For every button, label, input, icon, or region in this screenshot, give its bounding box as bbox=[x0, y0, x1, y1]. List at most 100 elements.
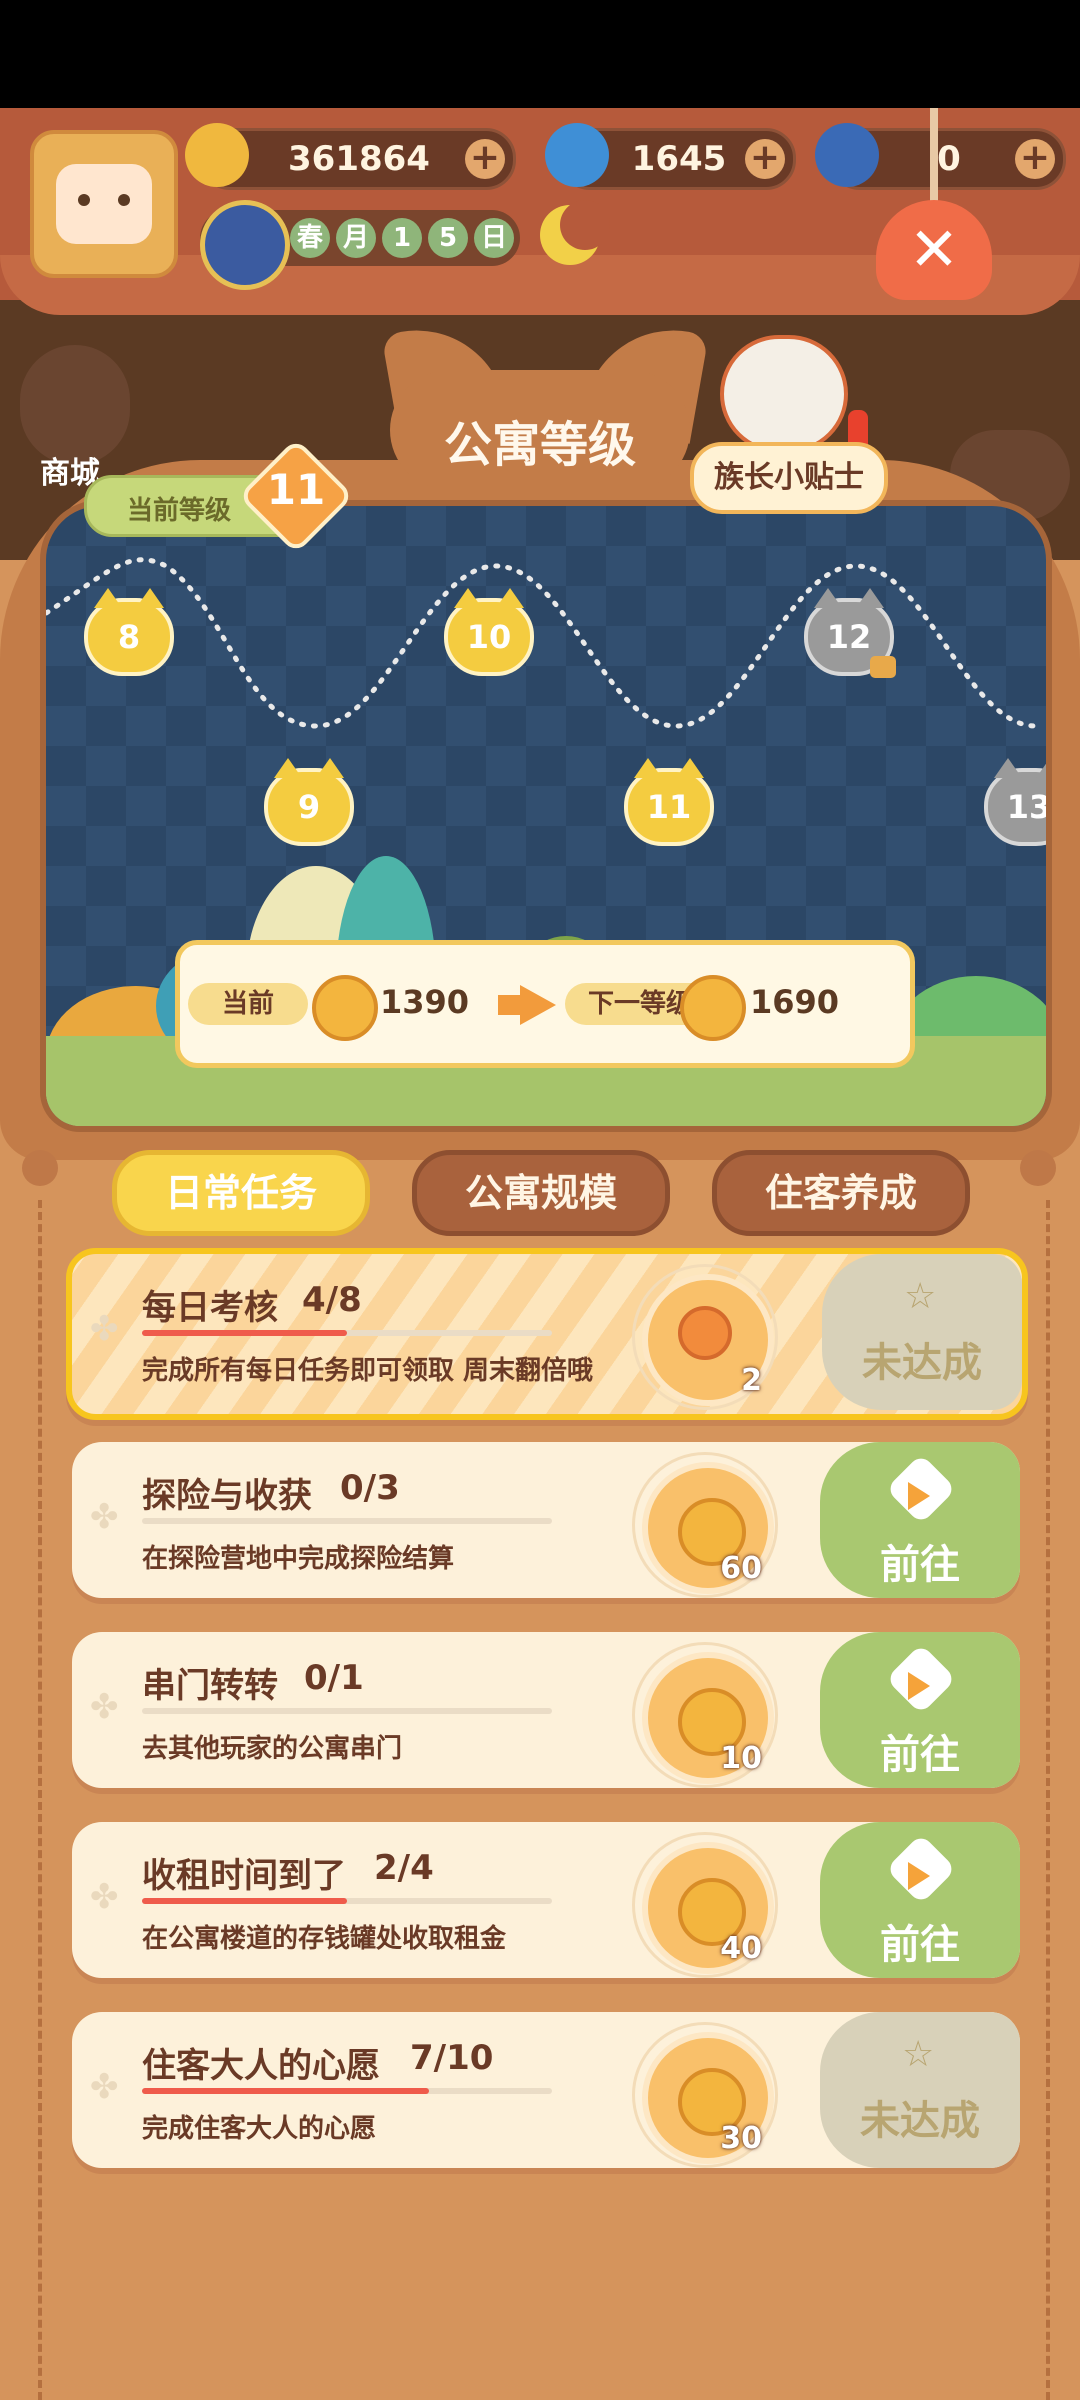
task-progress-bar bbox=[142, 1518, 552, 1524]
level-requirement: 当前 1390 下一等级 1690 bbox=[175, 940, 915, 1068]
next-level-value: 1690 bbox=[750, 983, 840, 1021]
blue-flame-icon bbox=[545, 123, 609, 187]
task-progress: 4/8 bbox=[302, 1280, 362, 1320]
task-card: ✤ 每日考核 4/8 完成所有每日任务即可领取 周末翻倍哦 2 ☆ 未达成 bbox=[66, 1248, 1028, 1420]
shop-icon[interactable] bbox=[20, 345, 130, 465]
go-label: 前往 bbox=[880, 1542, 960, 1588]
task-reward: 10 bbox=[642, 1652, 774, 1784]
add-blue-banana-button[interactable]: + bbox=[1015, 139, 1055, 179]
level-number: 8 bbox=[117, 618, 141, 656]
level-number: 9 bbox=[297, 788, 321, 826]
lock-icon bbox=[1050, 826, 1052, 848]
panel-title: 公寓等级 bbox=[443, 417, 636, 473]
not-achieved-button: ☆ 未达成 bbox=[822, 1254, 1022, 1410]
task-progress: 2/4 bbox=[374, 1848, 434, 1888]
task-progress-fill bbox=[142, 1898, 347, 1904]
tab-apartment-scale[interactable]: 公寓规模 bbox=[412, 1150, 670, 1236]
sun-coin-icon bbox=[312, 975, 378, 1041]
level-node-locked[interactable]: 12 bbox=[804, 588, 896, 678]
reward-amount: 30 bbox=[720, 2121, 762, 2156]
clover-icon: ✤ bbox=[90, 1877, 119, 1917]
task-name: 探险与收获 bbox=[142, 1476, 312, 1516]
task-reward: 2 bbox=[642, 1274, 774, 1406]
go-button[interactable]: 前往 bbox=[820, 1632, 1020, 1788]
level-node[interactable]: 8 bbox=[84, 588, 174, 676]
lock-icon bbox=[870, 656, 896, 678]
task-progress-fill bbox=[142, 1330, 347, 1336]
not-achieved-label: 未达成 bbox=[862, 1340, 982, 1386]
add-flame-button[interactable]: + bbox=[745, 139, 785, 179]
level-node[interactable]: 10 bbox=[444, 588, 534, 676]
moon-icon-shadow bbox=[560, 200, 610, 250]
task-progress-bar bbox=[142, 1330, 552, 1336]
chief-avatar-icon[interactable] bbox=[720, 335, 848, 453]
avatar[interactable] bbox=[30, 130, 178, 278]
paw-icon bbox=[1020, 1150, 1056, 1186]
date-season: 春 bbox=[290, 218, 330, 258]
currency-value: 361864 bbox=[288, 139, 430, 179]
currency-blue-banana: 0 + bbox=[815, 123, 1066, 190]
chief-tips-button[interactable]: 族长小贴士 bbox=[690, 442, 888, 514]
go-arrow-icon bbox=[908, 1482, 930, 1510]
task-description: 在公寓楼道的存钱罐处收取租金 bbox=[142, 1924, 507, 1954]
go-button[interactable]: 前往 bbox=[820, 1442, 1020, 1598]
close-rope bbox=[930, 108, 938, 208]
add-banana-button[interactable]: + bbox=[465, 139, 505, 179]
task-reward: 40 bbox=[642, 1842, 774, 1974]
task-description: 完成所有每日任务即可领取 周末翻倍哦 bbox=[142, 1356, 594, 1386]
task-progress-fill bbox=[142, 2088, 429, 2094]
clock-icon bbox=[200, 200, 290, 290]
go-label: 前往 bbox=[880, 1732, 960, 1778]
arrow-right-icon bbox=[520, 985, 556, 1025]
level-number: 11 bbox=[646, 788, 692, 826]
task-card: ✤ 住客大人的心愿 7/10 完成住客大人的心愿 30 ☆ 未达成 bbox=[72, 2012, 1020, 2168]
star-icon: ☆ bbox=[902, 2034, 935, 2075]
task-progress-bar bbox=[142, 1898, 552, 1904]
currency-value: 1645 bbox=[631, 139, 727, 179]
task-progress-bar bbox=[142, 2088, 552, 2094]
current-value: 1390 bbox=[380, 983, 470, 1021]
tab-daily-tasks[interactable]: 日常任务 bbox=[112, 1150, 370, 1236]
date-month-label: 月 bbox=[336, 218, 376, 258]
task-description: 去其他玩家的公寓串门 bbox=[142, 1734, 403, 1764]
not-achieved-button: ☆ 未达成 bbox=[820, 2012, 1020, 2168]
task-progress-bar bbox=[142, 1708, 552, 1714]
task-name: 住客大人的心愿 bbox=[142, 2046, 380, 2086]
task-card: ✤ 串门转转 0/1 去其他玩家的公寓串门 10 前往 bbox=[72, 1632, 1020, 1788]
date-day-label: 日 bbox=[474, 218, 514, 258]
tab-tenant-growth[interactable]: 住客养成 bbox=[712, 1150, 970, 1236]
status-bar bbox=[0, 0, 1080, 108]
avatar-face bbox=[56, 164, 152, 244]
reward-amount: 2 bbox=[741, 1363, 762, 1398]
task-name: 每日考核 bbox=[142, 1288, 278, 1328]
task-name: 串门转转 bbox=[142, 1666, 278, 1706]
blue-banana-icon bbox=[815, 123, 879, 187]
current-level-value: 11 bbox=[266, 465, 326, 514]
reward-amount: 40 bbox=[720, 1931, 762, 1966]
task-reward: 30 bbox=[642, 2032, 774, 2164]
avatar-eye bbox=[118, 194, 130, 206]
task-description: 完成住客大人的心愿 bbox=[142, 2114, 377, 2144]
task-progress: 7/10 bbox=[410, 2038, 494, 2078]
paw-icon bbox=[22, 1150, 58, 1186]
go-button[interactable]: 前往 bbox=[820, 1822, 1020, 1978]
currency-flame: 1645 + bbox=[545, 123, 796, 190]
clover-icon: ✤ bbox=[90, 1309, 119, 1349]
date-day-digit: 5 bbox=[428, 218, 468, 258]
task-reward: 60 bbox=[642, 1462, 774, 1594]
not-achieved-label: 未达成 bbox=[860, 2098, 980, 2144]
level-number: 13 bbox=[1006, 788, 1052, 826]
go-label: 前往 bbox=[880, 1922, 960, 1968]
clover-icon: ✤ bbox=[90, 1497, 119, 1537]
currency-value: 0 bbox=[937, 139, 961, 179]
level-number: 10 bbox=[466, 618, 512, 656]
go-arrow-icon bbox=[908, 1672, 930, 1700]
go-arrow-icon bbox=[908, 1862, 930, 1890]
clover-icon: ✤ bbox=[90, 2067, 119, 2107]
star-icon: ☆ bbox=[904, 1276, 937, 1317]
reward-amount: 60 bbox=[720, 1551, 762, 1586]
date-day-digit: 1 bbox=[382, 218, 422, 258]
task-progress: 0/1 bbox=[304, 1658, 364, 1698]
avatar-eye bbox=[78, 194, 90, 206]
sun-coin-icon bbox=[680, 975, 746, 1041]
